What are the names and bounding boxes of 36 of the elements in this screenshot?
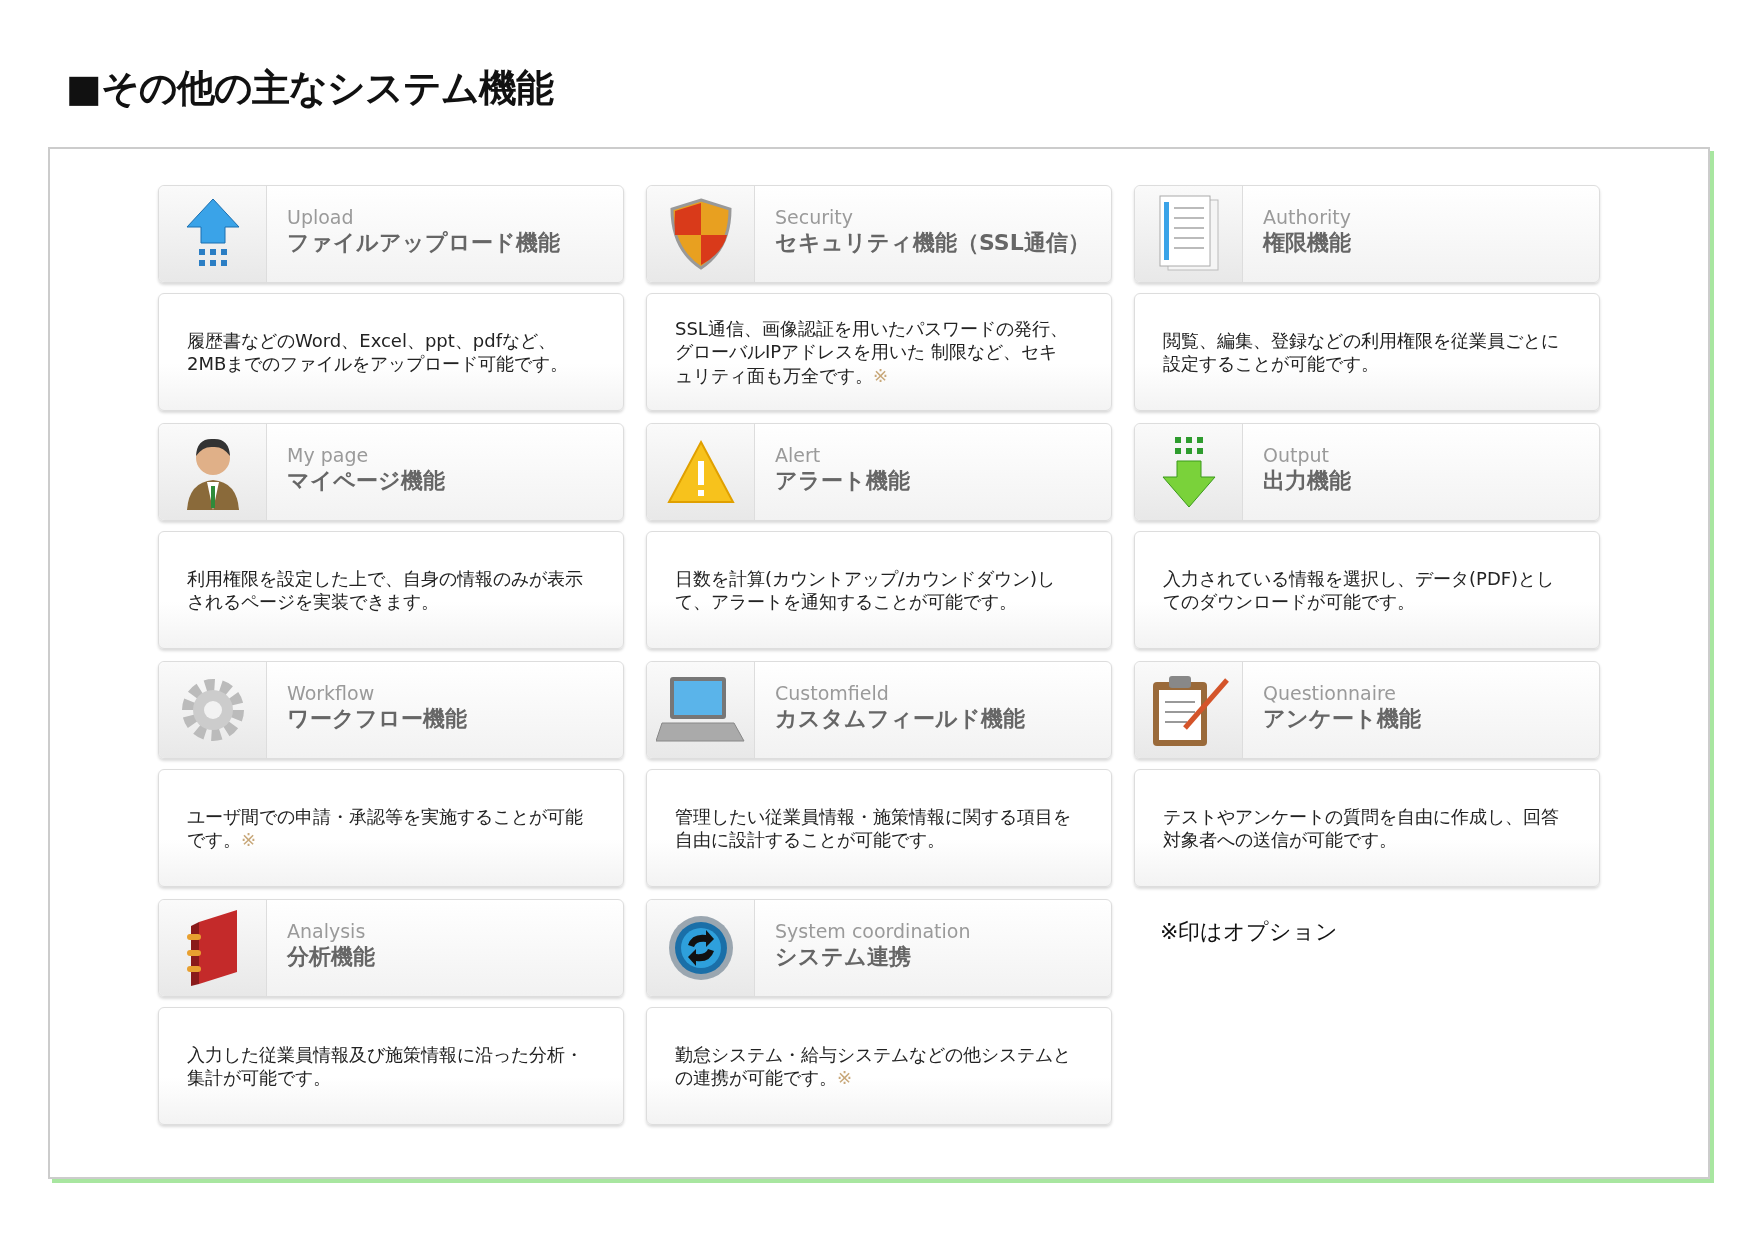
description-text: ユーザ間での申請・承認等を実施することが可能です。※ — [187, 804, 583, 852]
feature-name: 分析機能 — [287, 942, 375, 971]
feature-name: ワークフロー機能 — [287, 704, 467, 733]
feature-name: セキュリティ機能（SSL通信） — [775, 228, 1090, 257]
description-text: 履歴書などのWord、Excel、ppt、pdfなど、2MBまでのファイルをアップロード可能です。 — [187, 328, 570, 376]
page-title: ■その他の主なシステム機能 — [66, 65, 555, 112]
feature-name: アンケート機能 — [1263, 704, 1421, 733]
feature-label: Output — [1263, 444, 1330, 467]
feature-name: 出力機能 — [1263, 466, 1351, 495]
warning-icon — [665, 439, 736, 505]
description-text: 利用権限を設定した上で、自身の情報のみが表示されるページを実装できます。 — [187, 566, 583, 614]
description-text: 日数を計算(カウントアップ/カウンドダウン)して、アラートを通知することが可能です。 — [675, 566, 1057, 614]
description-text: テストやアンケートの質問を自由に作成し、回答対象者への送信が可能です。 — [1163, 804, 1559, 852]
feature-label: Questionnaire — [1263, 682, 1398, 705]
description-text: 勤怠システム・給与システムなどの他システムとの連携が可能です。※ — [675, 1042, 1071, 1090]
feature-label: Authority — [1263, 206, 1351, 229]
feature-label: Workflow — [287, 682, 376, 705]
description-text: 入力した従業員情報及び施策情報に沿った分析・集計が可能です。 — [187, 1042, 583, 1090]
feature-name: カスタムフィールド機能 — [775, 704, 1025, 733]
feature-label: Security — [775, 206, 855, 229]
description-text: 入力されている情報を選択し、データ(PDF)としてのダウンロードが可能です。 — [1163, 566, 1556, 614]
feature-name: システム連携 — [775, 942, 912, 971]
feature-name: 権限機能 — [1263, 228, 1351, 257]
description-text: 閲覧、編集、登録などの利用権限を従業員ごとに設定することが可能です。 — [1163, 328, 1559, 376]
feature-label: Customfield — [775, 682, 890, 705]
option-note: ※印はオプション — [1159, 918, 1340, 946]
feature-name: マイページ機能 — [287, 466, 445, 495]
feature-name: アラート機能 — [775, 466, 910, 495]
description-text: SSL通信、画像認証を用いたパスワードの発行、グローバルIPアドレスを用いた 制限など、セキュリティ面も万全です。※ — [675, 316, 1069, 388]
feature-label: My page — [287, 444, 370, 467]
feature-name: ファイルアップロード機能 — [287, 228, 560, 257]
description-text: 管理したい従業員情報・施策情報に関する項目を自由に設計することが可能です。 — [675, 804, 1071, 852]
feature-label: System coordination — [775, 920, 971, 943]
feature-label: Upload — [287, 206, 355, 229]
feature-label: Analysis — [287, 920, 367, 943]
feature-label: Alert — [775, 444, 822, 467]
